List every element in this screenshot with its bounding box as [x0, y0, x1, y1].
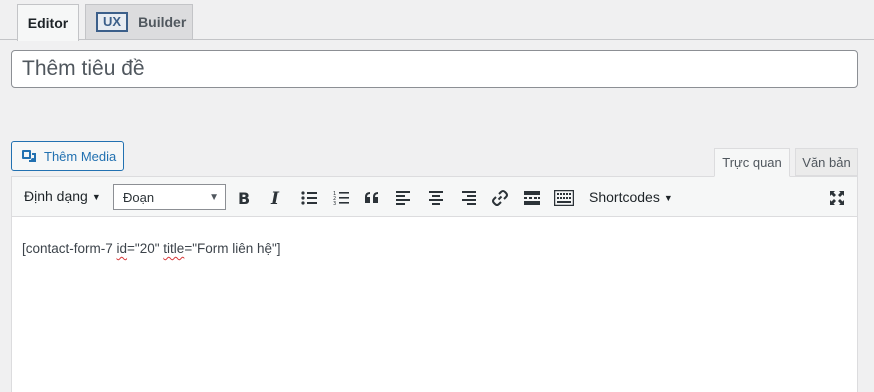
content-title-value: ="Form liên hệ"] — [184, 241, 281, 256]
post-title-input[interactable] — [11, 50, 858, 88]
svg-text:B: B — [238, 190, 250, 206]
italic-icon[interactable]: I — [266, 188, 286, 208]
tab-editor-label: Editor — [27, 15, 69, 31]
add-media-label: Thêm Media — [44, 148, 117, 164]
caret-down-icon: ▼ — [663, 193, 673, 203]
media-icon — [22, 150, 36, 162]
tab-visual-label: Trực quan — [722, 155, 782, 170]
add-media-button[interactable]: Thêm Media — [11, 141, 124, 171]
svg-text:3: 3 — [333, 201, 336, 205]
tab-text[interactable]: Văn bản — [795, 148, 858, 176]
content-id-value: ="20" — [127, 241, 164, 256]
content-prefix: [contact-form-7 — [22, 241, 117, 256]
tab-visual[interactable]: Trực quan — [714, 148, 790, 177]
shortcodes-label: Shortcodes — [589, 189, 660, 205]
editor-mode-tabs: Editor UX Builder — [0, 0, 874, 41]
align-left-icon[interactable] — [394, 188, 414, 208]
fullscreen-icon[interactable] — [827, 188, 847, 208]
tab-text-label: Văn bản — [802, 154, 851, 170]
toolbar-toggle-icon[interactable] — [554, 188, 574, 208]
format-menu[interactable]: Định dạng ▼ — [24, 188, 101, 204]
editor-toolbar: Định dạng ▼ Đoạn ▼ B I 123 Shortcodes ▼ — [12, 177, 857, 217]
format-menu-label: Định dạng — [24, 188, 88, 204]
numbered-list-icon[interactable]: 123 — [331, 188, 351, 208]
align-center-icon[interactable] — [426, 188, 446, 208]
editor-frame: Định dạng ▼ Đoạn ▼ B I 123 Shortcodes ▼ … — [11, 176, 858, 392]
paragraph-select-value: Đoạn — [123, 189, 155, 205]
blockquote-icon[interactable] — [362, 188, 382, 208]
tab-builder-label: Builder — [138, 14, 187, 30]
svg-text:I: I — [270, 190, 280, 206]
tab-editor[interactable]: Editor — [17, 4, 79, 41]
link-icon[interactable] — [490, 188, 510, 208]
shortcodes-menu[interactable]: Shortcodes ▼ — [589, 189, 673, 205]
paragraph-select[interactable]: Đoạn ▼ — [113, 184, 226, 210]
bullet-list-icon[interactable] — [299, 188, 319, 208]
caret-down-icon: ▼ — [91, 192, 101, 202]
bold-icon[interactable]: B — [234, 188, 254, 208]
tab-ux-builder[interactable]: UX Builder — [85, 4, 193, 39]
content-title-attr: title — [163, 241, 185, 256]
editor-content[interactable]: [contact-form-7 id="20" title="Form liên… — [12, 217, 857, 280]
read-more-icon[interactable] — [522, 188, 542, 208]
content-id-attr: id — [116, 241, 128, 256]
ux-logo-icon: UX — [96, 12, 129, 32]
select-arrow-icon: ▼ — [209, 192, 219, 203]
align-right-icon[interactable] — [458, 188, 478, 208]
